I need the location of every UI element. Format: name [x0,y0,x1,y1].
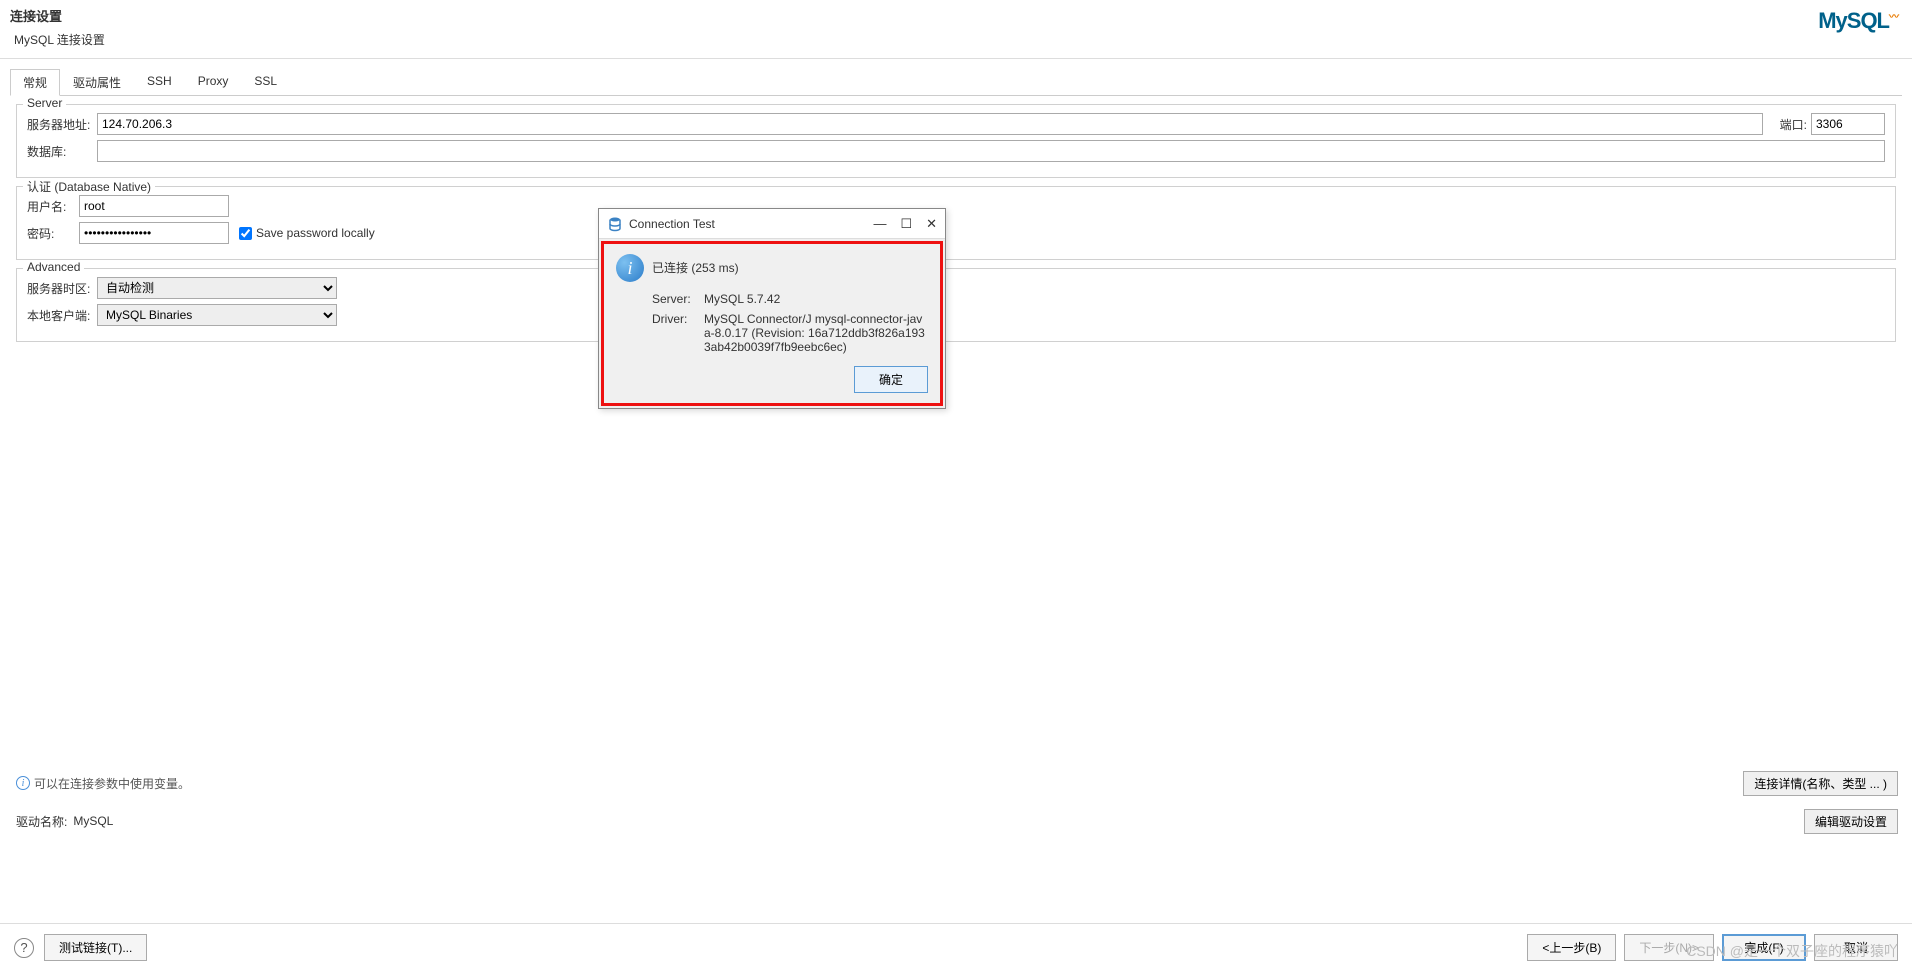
connection-test-dialog: Connection Test — ☐ ✕ i 已连接 (253 ms) Ser… [598,208,946,409]
server-label: Server: [652,292,704,306]
close-icon[interactable]: ✕ [926,216,937,232]
auth-fieldset: 认证 (Database Native) 用户名: 密码: Save passw… [16,186,1896,260]
host-input[interactable] [97,113,1763,135]
database-label: 数据库: [27,143,93,160]
dialog-body: i 已连接 (253 ms) Server: MySQL 5.7.42 Driv… [601,241,943,406]
dolphin-icon: 〰 [1889,12,1898,23]
divider [0,58,1912,59]
minimize-icon[interactable]: — [873,216,886,232]
advanced-legend: Advanced [23,260,84,274]
tab-ssl[interactable]: SSL [241,69,290,96]
connected-text: 已连接 (253 ms) [652,254,739,276]
advanced-fieldset: Advanced 服务器时区: 自动检测 本地客户端: MySQL Binari… [16,268,1896,342]
mysql-logo-text: MySQL [1818,8,1889,33]
username-input[interactable] [79,195,229,217]
test-connection-button[interactable]: 测试链接(T)... [44,934,147,961]
dialog-titlebar[interactable]: Connection Test — ☐ ✕ [599,209,945,239]
tab-ssh[interactable]: SSH [134,69,185,96]
next-button: 下一步(N)> [1624,934,1714,961]
host-label: 服务器地址: [27,116,93,133]
password-input[interactable] [79,222,229,244]
client-label: 本地客户端: [27,307,93,324]
driver-label: Driver: [652,312,704,354]
timezone-label: 服务器时区: [27,280,93,297]
tab-proxy[interactable]: Proxy [185,69,242,96]
save-password-checkbox[interactable] [239,227,252,240]
tab-general[interactable]: 常规 [10,69,60,96]
port-input[interactable] [1811,113,1885,135]
driver-name-value: MySQL [73,814,113,828]
dialog-title: Connection Test [629,217,715,231]
tabs-bar: 常规 驱动属性 SSH Proxy SSL [10,69,1902,96]
variables-hint: 可以在连接参数中使用变量。 [34,775,190,792]
mysql-logo: MySQL〰 [1818,8,1898,34]
info-icon: i [16,776,30,790]
footer: ? 测试链接(T)... <上一步(B) 下一步(N)> 完成(F) 取消 [0,923,1912,971]
password-label: 密码: [27,225,75,242]
port-label: 端口: [1767,116,1807,133]
page-subtitle: MySQL 连接设置 [10,31,1902,48]
ok-button[interactable]: 确定 [854,366,928,393]
username-label: 用户名: [27,198,75,215]
info-icon: i [616,254,644,282]
client-select[interactable]: MySQL Binaries [97,304,337,326]
server-legend: Server [23,96,66,110]
database-input[interactable] [97,140,1885,162]
help-icon[interactable]: ? [14,938,34,958]
back-button[interactable]: <上一步(B) [1527,934,1616,961]
tab-driver-properties[interactable]: 驱动属性 [60,69,134,96]
database-icon [607,216,623,232]
edit-driver-button[interactable]: 编辑驱动设置 [1804,809,1898,834]
timezone-select[interactable]: 自动检测 [97,277,337,299]
server-fieldset: Server 服务器地址: 端口: 数据库: [16,104,1896,178]
maximize-icon[interactable]: ☐ [900,216,912,232]
driver-name-label: 驱动名称: [16,813,67,830]
cancel-button[interactable]: 取消 [1814,934,1898,961]
page-title: 连接设置 [10,6,1902,25]
server-value: MySQL 5.7.42 [704,292,928,306]
auth-legend: 认证 (Database Native) [23,178,155,195]
driver-value: MySQL Connector/J mysql-connector-java-8… [704,312,928,354]
save-password-checkbox-wrap[interactable]: Save password locally [239,226,375,240]
save-password-label: Save password locally [256,226,375,240]
connection-details-button[interactable]: 连接详情(名称、类型 ... ) [1743,771,1898,796]
finish-button[interactable]: 完成(F) [1722,934,1806,961]
